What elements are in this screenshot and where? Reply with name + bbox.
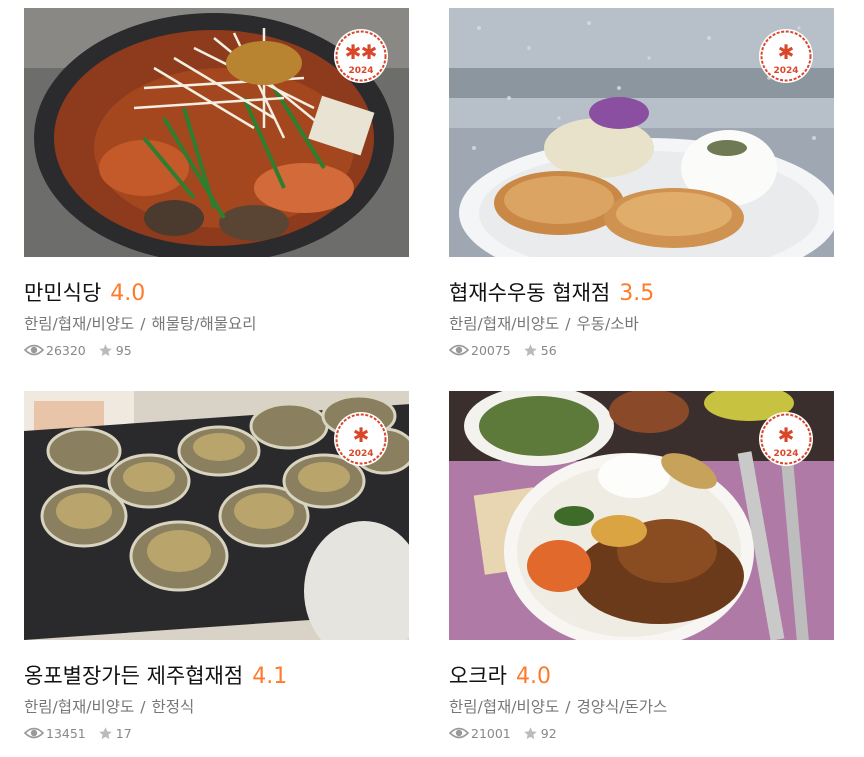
restaurant-card: ✱ 2024 옹포별장가든 제주협재점 4.1 한림/협재/비양도 / 한정식 13… [24,391,409,742]
restaurant-area: 한림/협재/비양도 [24,315,135,333]
svg-text:✱: ✱ [361,40,378,64]
restaurant-category: 우동/소바 [576,315,639,333]
meta-separator: / [140,698,146,716]
review-count: 92 [540,725,557,741]
meta-separator: / [565,698,571,716]
restaurant-category: 해물탕/해물요리 [151,315,257,333]
award-year: 2024 [773,66,798,76]
restaurant-name[interactable]: 만민식당 [24,277,101,307]
restaurant-stats: 13451 17 [24,724,409,742]
review-count: 56 [540,342,557,358]
view-count: 21001 [471,725,511,741]
restaurant-card: ✱ 2024 협재수우동 협재점 3.5 한림/협재/비양도 / 우동/소바 200… [449,8,834,359]
eye-icon [24,344,44,356]
eye-icon [449,344,469,356]
svg-text:✱: ✱ [353,423,370,447]
eye-icon [24,727,44,739]
view-count: 13451 [46,725,86,741]
restaurant-meta: 한림/협재/비양도 / 우동/소바 [449,313,834,335]
restaurant-score: 4.0 [110,281,146,306]
view-count: 26320 [46,342,86,358]
svg-text:✱: ✱ [778,423,795,447]
award-badge-icon: ✱ 2024 [334,412,388,466]
restaurant-name[interactable]: 협재수우동 협재점 [449,277,610,307]
meta-separator: / [140,315,146,333]
review-count: 17 [115,725,132,741]
restaurant-photo-link[interactable]: ✱ 2024 [449,8,834,257]
restaurant-category: 경양식/돈가스 [576,698,668,716]
star-icon [99,343,112,356]
restaurant-meta: 한림/협재/비양도 / 한정식 [24,696,409,718]
award-year: 2024 [348,449,373,459]
restaurant-stats: 20075 56 [449,341,834,359]
restaurant-card: ✱ ✱ 2024 만민식당 4.0 한림/협재/비양도 / 해물탕/해물요리 263… [24,8,409,359]
restaurant-score: 4.1 [252,664,288,689]
view-count: 20075 [471,342,511,358]
restaurant-meta: 한림/협재/비양도 / 경양식/돈가스 [449,696,834,718]
star-icon [524,343,537,356]
restaurant-score: 3.5 [619,281,655,306]
award-badge-icon: ✱ 2024 [759,29,813,83]
restaurant-photo-link[interactable]: ✱ ✱ 2024 [24,8,409,257]
meta-separator: / [565,315,571,333]
restaurant-category: 한정식 [151,698,195,716]
restaurant-name[interactable]: 옹포별장가든 제주협재점 [24,660,243,690]
svg-text:✱: ✱ [778,40,795,64]
star-icon [99,726,112,739]
restaurant-photo-link[interactable]: ✱ 2024 [24,391,409,640]
award-badge-icon: ✱ ✱ 2024 [334,29,388,83]
review-count: 95 [115,342,132,358]
restaurant-photo-link[interactable]: ✱ 2024 [449,391,834,640]
award-year: 2024 [348,66,373,76]
restaurant-score: 4.0 [515,664,551,689]
restaurant-stats: 21001 92 [449,724,834,742]
restaurant-area: 한림/협재/비양도 [449,698,560,716]
restaurant-area: 한림/협재/비양도 [24,698,135,716]
eye-icon [449,727,469,739]
restaurant-area: 한림/협재/비양도 [449,315,560,333]
restaurant-name[interactable]: 오크라 [449,660,507,690]
restaurant-stats: 26320 95 [24,341,409,359]
restaurant-card: ✱ 2024 오크라 4.0 한림/협재/비양도 / 경양식/돈가스 21001 9… [449,391,834,742]
svg-text:✱: ✱ [345,40,362,64]
award-year: 2024 [773,449,798,459]
restaurant-meta: 한림/협재/비양도 / 해물탕/해물요리 [24,313,409,335]
star-icon [524,726,537,739]
award-badge-icon: ✱ 2024 [759,412,813,466]
